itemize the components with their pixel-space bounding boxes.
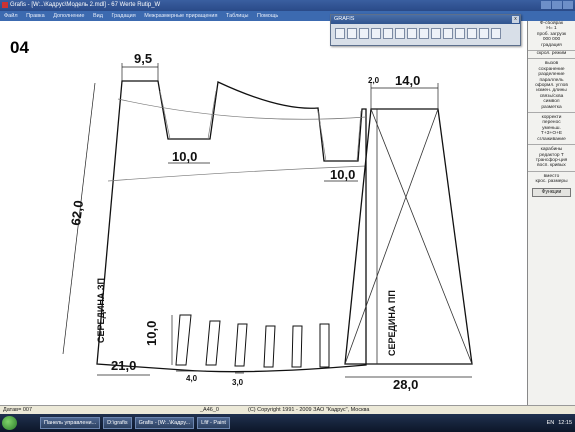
taskbar: Панель управлени... D:\grafis Grafis - […	[0, 414, 575, 432]
panel-divider	[528, 58, 575, 60]
back-piece-outline	[96, 80, 367, 373]
label-back-center: СЕРЕДИНА ЗП	[96, 278, 106, 343]
stop-icon[interactable]	[479, 28, 489, 39]
panel-top-item: градация	[541, 42, 562, 48]
pattern-icon[interactable]	[467, 28, 477, 39]
save-icon[interactable]	[359, 28, 369, 39]
menu-item-extras[interactable]: Дополнение	[53, 13, 84, 19]
window-title: Grafis - [W:..\Кадрус\Модель 2.mdl] - 67…	[10, 2, 161, 8]
clock: 12:15	[558, 420, 572, 426]
window-controls	[541, 1, 573, 9]
panel-menu-item[interactable]: восп. кривых	[528, 163, 575, 168]
dim-dart-right: 10,0	[330, 167, 355, 182]
taskbar-item[interactable]: Grafis - [W:..\Кадру...	[134, 417, 195, 429]
panel-header: Ф-сбойрак Н= 1 проб. загрузк 000 000 гра…	[528, 21, 575, 51]
folder-icon[interactable]	[347, 28, 357, 39]
dim-top-width: 9,5	[134, 51, 152, 66]
menu-item-view[interactable]: Вид	[93, 13, 103, 19]
panel-menu-item[interactable]: крос. размеры	[528, 179, 575, 184]
monitor-icon[interactable]	[491, 28, 501, 39]
model-icon[interactable]	[431, 28, 441, 39]
functions-button[interactable]: Функции	[532, 187, 571, 197]
taskbar-item[interactable]: Панель управлени...	[40, 417, 101, 429]
dim-bottom-left: 21,0	[111, 358, 136, 373]
menu-item-file[interactable]: Файл	[4, 13, 18, 19]
menu-item-edit[interactable]: Правка	[26, 13, 45, 19]
panel-menu-item[interactable]: скрол. режим	[528, 51, 575, 56]
menu-item-grading[interactable]: Градация	[111, 13, 135, 19]
maximize-button[interactable]	[552, 1, 562, 9]
dim-pleat-gap: 3,0	[232, 378, 244, 387]
drawing-canvas[interactable]: 04 9,5 10,0 10,0 62,0 2,0 14,0 10,0 21,0…	[0, 21, 527, 405]
minimize-button[interactable]	[541, 1, 551, 9]
language-indicator[interactable]: EN	[547, 417, 555, 429]
side-panel: Ф-сбойрак Н= 1 проб. загрузк 000 000 гра…	[527, 21, 575, 405]
taskbar-tasks: Панель управлени... D:\grafis Grafis - […	[40, 417, 230, 429]
front-panel-cross	[344, 108, 473, 365]
export-icon[interactable]	[383, 28, 393, 39]
figure-grade-icon[interactable]	[455, 28, 465, 39]
menu-item-increments[interactable]: Межразмерные приращения	[144, 13, 217, 19]
start-button[interactable]	[2, 416, 17, 430]
panel-menu-item[interactable]: разметка	[528, 105, 575, 110]
panel-divider	[528, 170, 575, 172]
pleat-marks	[175, 314, 330, 368]
dim-height: 62,0	[68, 199, 86, 226]
ruler-icon[interactable]	[419, 28, 429, 39]
print-icon[interactable]	[371, 28, 381, 39]
table-icon[interactable]	[407, 28, 417, 39]
front-panel-outline	[344, 108, 473, 365]
close-icon[interactable]: x	[512, 16, 519, 23]
panel-divider	[528, 112, 575, 114]
figure-icon[interactable]	[443, 28, 453, 39]
app-icon	[2, 2, 8, 8]
pattern-drawing[interactable]: 04 9,5 10,0 10,0 62,0 2,0 14,0 10,0 21,0…	[0, 21, 527, 405]
layout-icon[interactable]	[395, 28, 405, 39]
taskbar-item[interactable]: Lfif - Paint	[197, 417, 230, 429]
grafis-toolbar[interactable]: GRAFIS x	[330, 14, 521, 46]
taskbar-item[interactable]: D:\grafis	[103, 417, 132, 429]
menu-item-help[interactable]: Помощь	[257, 13, 278, 19]
dim-top-right-small: 2,0	[368, 76, 380, 85]
panel-divider	[528, 144, 575, 146]
dim-top-right: 14,0	[395, 73, 420, 88]
label-front-center: СЕРЕДИНА ПП	[387, 290, 397, 356]
panel-menu-item[interactable]: сглаживание	[528, 137, 575, 142]
page-number: 04	[10, 38, 29, 57]
window-titlebar: Grafis - [W:..\Кадрус\Модель 2.mdl] - 67…	[0, 0, 575, 11]
status-bar: Датав= 007 _А46_0 (C) Copyright 1991 - 2…	[0, 405, 575, 414]
dim-bottom-right: 28,0	[393, 377, 418, 392]
dimension-lines	[62, 63, 472, 378]
menu-item-tables[interactable]: Таблицы	[226, 13, 248, 19]
dim-pleat-width: 4,0	[186, 374, 198, 383]
grafis-tool-row	[331, 24, 520, 39]
close-button[interactable]	[563, 1, 573, 9]
grafis-title-text: GRAFIS	[334, 16, 355, 22]
dim-dart-left: 10,0	[172, 149, 197, 164]
dim-pleat-height: 10,0	[144, 321, 159, 346]
back-piece-construction	[107, 90, 367, 182]
system-tray: EN 12:15	[547, 417, 572, 429]
open-icon[interactable]	[335, 28, 345, 39]
grafis-toolbar-title: GRAFIS x	[331, 15, 520, 24]
